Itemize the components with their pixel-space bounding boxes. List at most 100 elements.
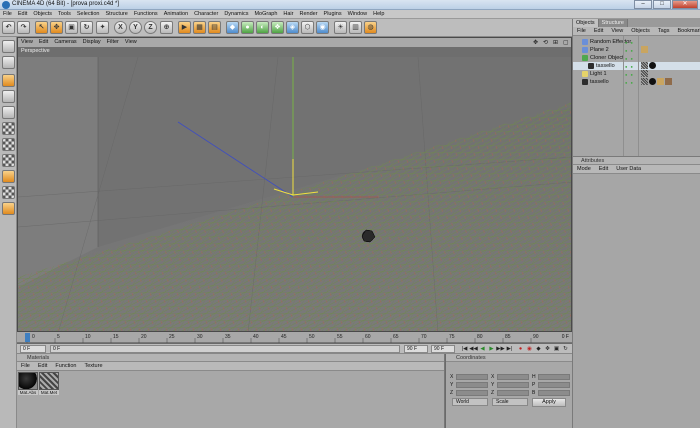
snap-icon[interactable] <box>2 202 15 215</box>
tab-objects[interactable]: Objects <box>573 19 599 27</box>
visibility-dots[interactable]: ● ● <box>625 72 634 77</box>
menu-selection[interactable]: Selection <box>74 10 103 18</box>
render-region-icon[interactable]: ▦ <box>193 21 206 34</box>
cube-primitive-icon[interactable]: ◆ <box>226 21 239 34</box>
spline-icon[interactable]: ◐ <box>256 21 269 34</box>
menu-edit[interactable]: Edit <box>15 10 30 18</box>
menu-tools[interactable]: Tools <box>55 10 74 18</box>
objects-menu-objects[interactable]: Objects <box>627 27 654 35</box>
array-icon[interactable]: ❖ <box>271 21 284 34</box>
axis-x-button[interactable]: X <box>114 21 127 34</box>
go-to-start-button[interactable]: |◀ <box>460 345 469 353</box>
texture-tag-icon[interactable] <box>641 70 648 77</box>
objects-menu-bookmarks[interactable]: Bookmarks <box>673 27 700 35</box>
move-tool-icon[interactable]: ✥ <box>50 21 63 34</box>
material-menu-file[interactable]: File <box>17 362 34 370</box>
frame-range-slider[interactable]: 0 F <box>50 345 400 353</box>
phong-tag-icon[interactable] <box>641 62 648 69</box>
viewport-menu-view2[interactable]: View <box>122 38 140 47</box>
model-mode-icon[interactable] <box>2 56 15 69</box>
menu-mograph[interactable]: MoGraph <box>251 10 280 18</box>
close-button[interactable]: ✕ <box>672 0 698 9</box>
visibility-dots[interactable]: ● ● <box>625 56 634 61</box>
timeline-playhead[interactable] <box>25 333 30 342</box>
rotate-view-icon[interactable]: ⟲ <box>540 39 548 46</box>
visibility-dots[interactable]: ● ● <box>625 40 634 45</box>
menu-plugins[interactable]: Plugins <box>321 10 345 18</box>
minimize-button[interactable]: – <box>634 0 652 9</box>
material-menu-texture[interactable]: Texture <box>80 362 106 370</box>
zoom-view-icon[interactable]: ⊞ <box>550 39 558 46</box>
position-x-field[interactable] <box>456 374 488 380</box>
attributes-menu-edit[interactable]: Edit <box>595 165 612 173</box>
go-to-end-button[interactable]: ▶| <box>505 345 514 353</box>
menu-dynamics[interactable]: Dynamics <box>221 10 251 18</box>
render-view-icon[interactable]: ▶ <box>178 21 191 34</box>
last-tool-icon[interactable]: ✦ <box>96 21 109 34</box>
viewport-menu-filter[interactable]: Filter <box>104 38 122 47</box>
scene-icon[interactable]: ⬡ <box>301 21 314 34</box>
edges-mode-icon[interactable] <box>2 138 15 151</box>
step-back-button[interactable]: ◀ <box>478 345 487 353</box>
render-picture-viewer-icon[interactable]: ▤ <box>208 21 221 34</box>
extra-tag-icon[interactable] <box>665 78 672 85</box>
viewport-menu-display[interactable]: Display <box>80 38 104 47</box>
material-tag-icon[interactable] <box>649 78 656 85</box>
objects-menu-tags[interactable]: Tags <box>654 27 674 35</box>
camera-icon[interactable]: ◉ <box>316 21 329 34</box>
viewport-menu-edit[interactable]: Edit <box>36 38 51 47</box>
object-row-cloner[interactable]: Cloner Object ● ● <box>573 54 700 62</box>
menu-character[interactable]: Character <box>191 10 221 18</box>
scale-key-icon[interactable]: ▣ <box>552 345 561 353</box>
rotation-b-field[interactable] <box>538 390 570 396</box>
axis-mode-icon[interactable] <box>2 106 15 119</box>
visibility-dots[interactable]: ● ● <box>625 80 634 85</box>
position-z-field[interactable] <box>456 390 488 396</box>
menu-animation[interactable]: Animation <box>161 10 191 18</box>
attributes-menu-user-data[interactable]: User Data <box>612 165 645 173</box>
render-settings-icon[interactable]: ◍ <box>364 21 377 34</box>
end-frame-field[interactable]: 90 F <box>404 345 428 353</box>
make-editable-icon[interactable] <box>2 40 15 53</box>
coordinate-mode-dropdown[interactable]: World <box>452 398 488 406</box>
timeline-ruler[interactable]: 0 5 10 15 20 25 30 35 40 45 50 55 60 65 … <box>17 332 572 343</box>
position-y-field[interactable] <box>456 382 488 388</box>
polygons-mode-icon[interactable] <box>2 154 15 167</box>
nurbs-icon[interactable]: ● <box>241 21 254 34</box>
menu-functions[interactable]: Functions <box>131 10 161 18</box>
live-selection-icon[interactable]: ↖ <box>35 21 48 34</box>
attributes-menu-mode[interactable]: Mode <box>573 165 595 173</box>
size-y-field[interactable] <box>497 382 529 388</box>
record-icon[interactable]: ● <box>516 345 525 353</box>
position-key-icon[interactable]: ✥ <box>543 345 552 353</box>
max-frame-field[interactable]: 90 F <box>431 345 455 353</box>
object-mode-icon[interactable] <box>2 74 15 87</box>
visibility-dots[interactable]: ● ● <box>625 64 634 69</box>
size-z-field[interactable] <box>497 390 529 396</box>
material-swatch[interactable]: Mat.Met <box>39 372 59 396</box>
viewport-menu-cameras[interactable]: Cameras <box>51 38 79 47</box>
next-key-button[interactable]: ▶▶ <box>496 345 505 353</box>
points-mode-icon[interactable] <box>2 122 15 135</box>
object-row-tassello[interactable]: tassello ● ● <box>573 78 700 86</box>
texture-mode-icon[interactable] <box>2 90 15 103</box>
rotation-p-field[interactable] <box>538 382 570 388</box>
previous-key-button[interactable]: ◀◀ <box>469 345 478 353</box>
maximize-button[interactable]: □ <box>653 0 671 9</box>
tag-icon[interactable] <box>641 46 648 53</box>
undo-icon[interactable]: ↶ <box>2 21 15 34</box>
viewport-menu-view[interactable]: View <box>18 38 36 47</box>
rotation-key-icon[interactable]: ↻ <box>561 345 570 353</box>
material-swatch[interactable]: Mat.Abs <box>18 372 38 396</box>
uv-mode-icon[interactable] <box>2 186 15 199</box>
play-button[interactable]: ▶ <box>487 345 496 353</box>
extra-tag-icon[interactable] <box>657 78 664 85</box>
tweak-mode-icon[interactable] <box>2 170 15 183</box>
material-menu-function[interactable]: Function <box>51 362 80 370</box>
perspective-viewport[interactable]: View Edit Cameras Display Filter View ✥ … <box>17 37 572 332</box>
redo-icon[interactable]: ↷ <box>17 21 30 34</box>
pan-icon[interactable]: ✥ <box>530 39 538 46</box>
size-mode-dropdown[interactable]: Scale <box>492 398 528 406</box>
toggle-view-icon[interactable]: ▢ <box>560 39 569 46</box>
menu-window[interactable]: Window <box>345 10 371 18</box>
